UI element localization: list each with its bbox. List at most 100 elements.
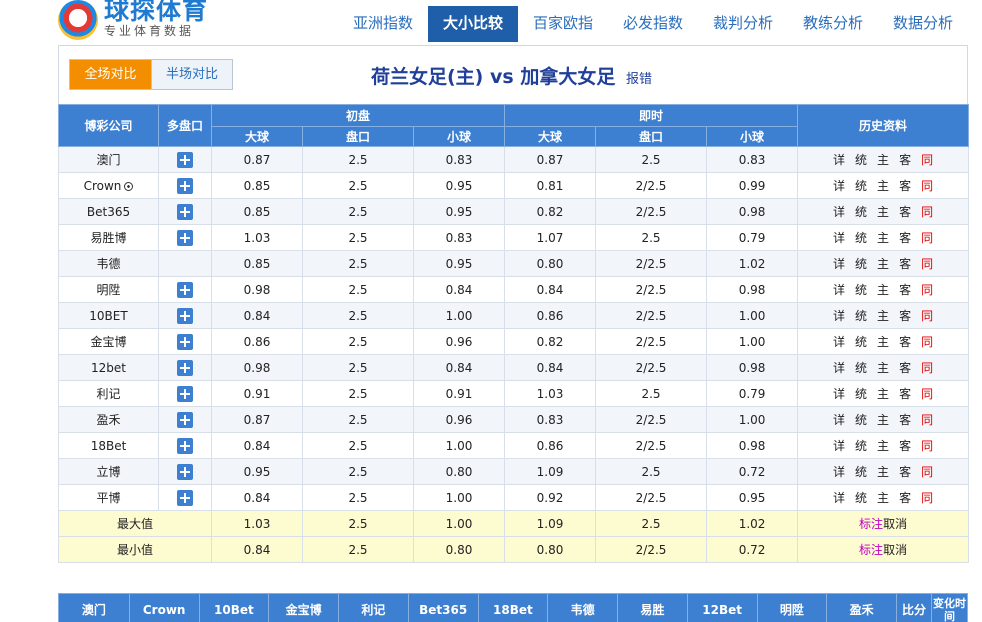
- expand-plus-icon[interactable]: [177, 437, 193, 454]
- history-link[interactable]: 客: [899, 385, 911, 402]
- history-link[interactable]: 详: [833, 463, 845, 480]
- mark-link[interactable]: 标注: [859, 517, 883, 531]
- home-team[interactable]: 荷兰女足(主): [371, 66, 483, 88]
- history-link[interactable]: 客: [899, 463, 911, 480]
- expand-plus-icon[interactable]: [177, 359, 193, 376]
- company-name[interactable]: 平博: [58, 484, 159, 511]
- history-link[interactable]: 详: [833, 307, 845, 324]
- history-link[interactable]: 统: [855, 359, 867, 376]
- history-link[interactable]: 同: [921, 333, 933, 350]
- report-error-link[interactable]: 报错: [626, 72, 652, 87]
- expand-plus-icon[interactable]: [177, 203, 193, 220]
- history-link[interactable]: 详: [833, 255, 845, 272]
- history-link[interactable]: 统: [855, 281, 867, 298]
- company-name[interactable]: Bet365: [58, 198, 159, 225]
- history-link[interactable]: 客: [899, 229, 911, 246]
- company-name[interactable]: 金宝博: [58, 328, 159, 355]
- expand-plus-icon[interactable]: [177, 177, 193, 194]
- full-match-button[interactable]: 全场对比: [70, 60, 151, 89]
- nav-tab-referee[interactable]: 裁判分析: [698, 6, 788, 42]
- expand-plus-icon[interactable]: [177, 229, 193, 246]
- company-name[interactable]: 12bet: [58, 354, 159, 381]
- cancel-link[interactable]: 取消: [883, 543, 907, 557]
- history-link[interactable]: 统: [855, 203, 867, 220]
- history-link[interactable]: 同: [921, 281, 933, 298]
- company-name[interactable]: 10BET: [58, 302, 159, 329]
- expand-plus-icon[interactable]: [177, 151, 193, 168]
- history-link[interactable]: 主: [877, 437, 889, 454]
- history-link[interactable]: 客: [899, 203, 911, 220]
- history-link[interactable]: 统: [855, 229, 867, 246]
- history-link[interactable]: 同: [921, 177, 933, 194]
- company-name[interactable]: 利记: [58, 380, 159, 407]
- half-match-button[interactable]: 半场对比: [151, 60, 232, 89]
- history-link[interactable]: 主: [877, 177, 889, 194]
- company-name[interactable]: 韦德: [58, 250, 159, 277]
- mark-link[interactable]: 标注: [859, 543, 883, 557]
- expand-plus-icon[interactable]: [177, 463, 193, 480]
- expand-plus-icon[interactable]: [177, 489, 193, 506]
- expand-plus-icon[interactable]: [177, 411, 193, 428]
- company-name[interactable]: 明陞: [58, 276, 159, 303]
- history-link[interactable]: 同: [921, 203, 933, 220]
- nav-tab-asian-index[interactable]: 亚洲指数: [338, 6, 428, 42]
- history-link[interactable]: 主: [877, 411, 889, 428]
- history-link[interactable]: 详: [833, 411, 845, 428]
- history-link[interactable]: 客: [899, 411, 911, 428]
- history-link[interactable]: 主: [877, 307, 889, 324]
- history-link[interactable]: 同: [921, 437, 933, 454]
- company-name[interactable]: 易胜博: [58, 224, 159, 251]
- company-name[interactable]: 18Bet: [58, 432, 159, 459]
- expand-plus-icon[interactable]: [177, 385, 193, 402]
- history-link[interactable]: 主: [877, 359, 889, 376]
- away-team[interactable]: 加拿大女足: [520, 66, 615, 88]
- history-link[interactable]: 客: [899, 151, 911, 168]
- history-link[interactable]: 客: [899, 177, 911, 194]
- history-link[interactable]: 主: [877, 151, 889, 168]
- history-link[interactable]: 同: [921, 359, 933, 376]
- expand-plus-icon[interactable]: [177, 333, 193, 350]
- history-link[interactable]: 同: [921, 463, 933, 480]
- history-link[interactable]: 详: [833, 437, 845, 454]
- cancel-link[interactable]: 取消: [883, 517, 907, 531]
- history-link[interactable]: 主: [877, 229, 889, 246]
- history-link[interactable]: 统: [855, 385, 867, 402]
- history-link[interactable]: 客: [899, 281, 911, 298]
- expand-plus-icon[interactable]: [177, 307, 193, 324]
- history-link[interactable]: 统: [855, 463, 867, 480]
- history-link[interactable]: 客: [899, 489, 911, 506]
- history-link[interactable]: 统: [855, 437, 867, 454]
- history-link[interactable]: 主: [877, 463, 889, 480]
- history-link[interactable]: 统: [855, 255, 867, 272]
- history-link[interactable]: 详: [833, 203, 845, 220]
- company-name[interactable]: Crown: [58, 172, 159, 199]
- history-link[interactable]: 同: [921, 255, 933, 272]
- history-link[interactable]: 详: [833, 359, 845, 376]
- history-link[interactable]: 详: [833, 333, 845, 350]
- history-link[interactable]: 统: [855, 177, 867, 194]
- company-name[interactable]: 盈禾: [58, 406, 159, 433]
- history-link[interactable]: 主: [877, 255, 889, 272]
- history-link[interactable]: 主: [877, 333, 889, 350]
- history-link[interactable]: 统: [855, 307, 867, 324]
- history-link[interactable]: 主: [877, 281, 889, 298]
- history-link[interactable]: 同: [921, 385, 933, 402]
- history-link[interactable]: 统: [855, 411, 867, 428]
- history-link[interactable]: 统: [855, 489, 867, 506]
- history-link[interactable]: 主: [877, 203, 889, 220]
- history-link[interactable]: 客: [899, 333, 911, 350]
- company-name[interactable]: 立博: [58, 458, 159, 485]
- history-link[interactable]: 客: [899, 255, 911, 272]
- history-link[interactable]: 详: [833, 229, 845, 246]
- company-name[interactable]: 澳门: [58, 146, 159, 173]
- history-link[interactable]: 同: [921, 307, 933, 324]
- history-link[interactable]: 客: [899, 307, 911, 324]
- history-link[interactable]: 详: [833, 489, 845, 506]
- history-link[interactable]: 客: [899, 437, 911, 454]
- expand-plus-icon[interactable]: [177, 281, 193, 298]
- nav-tab-coach[interactable]: 教练分析: [788, 6, 878, 42]
- nav-tab-euro-odds[interactable]: 百家欧指: [518, 6, 608, 42]
- history-link[interactable]: 统: [855, 151, 867, 168]
- history-link[interactable]: 同: [921, 489, 933, 506]
- nav-tab-over-under[interactable]: 大小比较: [428, 6, 518, 42]
